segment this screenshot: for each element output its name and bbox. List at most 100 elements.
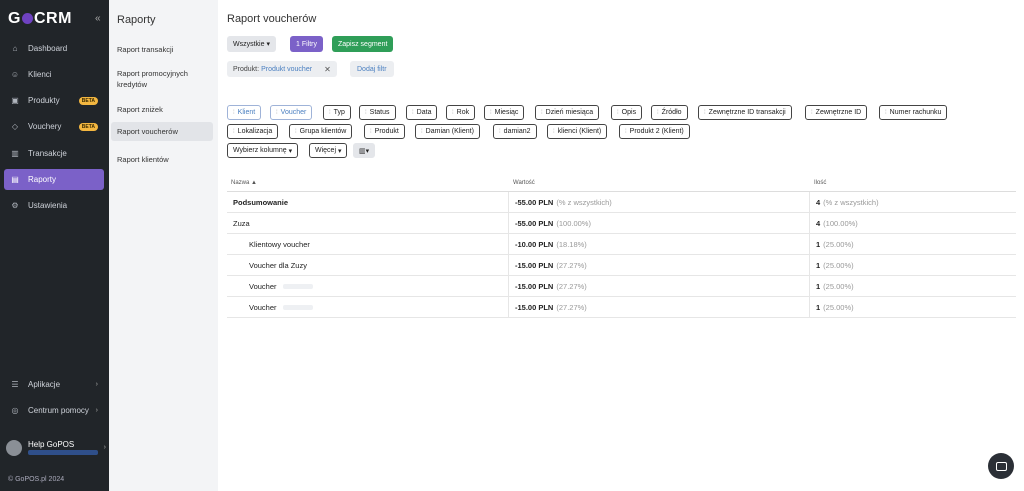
column-toggle-rok[interactable]: ⁞ Rok [446, 105, 476, 120]
column-toggle-klienci-klient[interactable]: ⁞ klienci (Klient) [547, 124, 608, 139]
drag-handle-icon[interactable]: ⁞ [365, 110, 367, 116]
drag-handle-icon[interactable]: ⁞ [233, 129, 235, 135]
drag-handle-icon[interactable]: ⁞ [329, 110, 331, 116]
columns-icon: ▥ [359, 147, 366, 155]
column-header-ilosc[interactable]: Ilość [814, 180, 826, 186]
filter-chip-produkt[interactable]: Produkt: Produkt voucher ✕ [227, 61, 337, 77]
column-toggle-dzien-miesiaca[interactable]: ⁞ Dzień miesiąca [535, 105, 600, 120]
column-toggle-data[interactable]: ⁞ Data [406, 105, 438, 120]
column-label: Grupa klientów [299, 128, 347, 135]
column-toggle-lokalizacja[interactable]: ⁞ Lokalizacja [227, 124, 279, 139]
column-toggle-zrodlo[interactable]: ⁞ Źródło [651, 105, 688, 120]
drag-handle-icon[interactable]: ⁞ [276, 110, 278, 116]
table-row[interactable]: Voucher dla Zuzy -15.00 PLN (27.27%) 1 (25… [227, 255, 1016, 276]
table-row[interactable]: Voucher -15.00 PLN (27.27%) 1 (25.00%) [227, 297, 1016, 318]
column-toggle-status[interactable]: ⁞ Status [359, 105, 396, 120]
sidebar-item-klienci[interactable]: ☺ Klienci [4, 64, 104, 85]
row-value: -10.00 PLN (18.18%) [515, 234, 587, 255]
subnav-item-raport-znizek[interactable]: Raport zniżek [111, 100, 213, 119]
drag-handle-icon[interactable]: ⁞ [490, 110, 492, 116]
column-toggle-miesiac[interactable]: ⁞ Miesiąc [484, 105, 525, 120]
subnav-item-raport-transakcji[interactable]: Raport transakcji [111, 40, 213, 59]
column-toggle-damian2[interactable]: ⁞ damian2 [493, 124, 537, 139]
column-toggle-opis[interactable]: ⁞ Opis [611, 105, 643, 120]
subnav-item-raport-promocyjnych-kredytow[interactable]: Raport promocyjnych kredytów [111, 64, 213, 94]
column-label: Miesiąc [494, 109, 519, 116]
column-header-label: Nazwa [231, 180, 250, 186]
row-value-text: -15.00 PLN [515, 282, 554, 291]
segment-dropdown[interactable]: Wszystkie ▾ [227, 36, 276, 52]
table-row[interactable]: Klientowy voucher -10.00 PLN (18.18%) 1 (2… [227, 234, 1016, 255]
column-toggle-grupa-klientow[interactable]: ⁞ Grupa klientów [289, 124, 353, 139]
column-toggle-typ[interactable]: ⁞ Typ [323, 105, 351, 120]
column-toggle-numer-rachunku[interactable]: ⁞ Numer rachunku [879, 105, 948, 120]
chevron-right-icon: › [103, 444, 106, 451]
sidebar-item-transakcje[interactable]: ▥ Transakcje [4, 143, 104, 164]
collapse-sidebar-icon[interactable]: « [95, 13, 101, 24]
row-value-pct: (18.18%) [556, 240, 587, 249]
column-toggle-damian-klient[interactable]: ⁞ Damian (Klient) [415, 124, 480, 139]
drag-handle-icon[interactable]: ⁞ [704, 110, 706, 116]
page-title: Raport voucherów [227, 13, 317, 25]
column-toggle-zewnetrzne-id-transakcji[interactable]: ⁞ Zewnętrzne ID transakcji [698, 105, 792, 120]
sidebar-item-aplikacje[interactable]: ☰ Aplikacje › [4, 374, 104, 395]
more-dropdown[interactable]: Więcej ▾ [309, 143, 348, 158]
row-name-text: Podsumowanie [233, 198, 289, 207]
column-divider [508, 213, 509, 234]
drag-handle-icon[interactable]: ⁞ [885, 110, 887, 116]
drag-handle-icon[interactable]: ⁞ [499, 129, 501, 135]
column-toggle-produkt[interactable]: ⁞ Produkt [364, 124, 405, 139]
close-icon[interactable]: ✕ [324, 65, 331, 74]
chat-icon [995, 461, 1007, 471]
app-logo[interactable]: G CRM [8, 10, 72, 28]
column-toggle-klient[interactable]: ⁞ Klient [227, 105, 262, 120]
table-row-summary: Podsumowanie -55.00 PLN (% z wszystkich) … [227, 192, 1016, 213]
drag-handle-icon[interactable]: ⁞ [541, 110, 543, 116]
user-menu[interactable]: Help GoPOS › [6, 438, 106, 460]
row-qty-pct: (25.00%) [823, 303, 854, 312]
choose-column-dropdown[interactable]: Wybierz kolumnę ▾ [227, 143, 299, 158]
filters-button[interactable]: 1 Filtry [290, 36, 323, 52]
sidebar-item-vouchery[interactable]: ◇ Vouchery BETA [4, 116, 104, 137]
drag-handle-icon[interactable]: ⁞ [452, 110, 454, 116]
sidebar-item-raporty[interactable]: ▤ Raporty [4, 169, 104, 190]
column-label: Dzień miesiąca [545, 109, 594, 116]
row-qty: 4 (% z wszystkich) [816, 192, 879, 213]
add-filter-button[interactable]: Dodaj filtr [350, 61, 394, 77]
sidebar-item-dashboard[interactable]: ⌂ Dashboard [4, 38, 104, 59]
drag-handle-icon[interactable]: ⁞ [617, 110, 619, 116]
column-toggle-produkt-2-klient[interactable]: ⁞ Produkt 2 (Klient) [619, 124, 690, 139]
subnav-item-raport-voucherow[interactable]: Raport voucherów [111, 122, 213, 141]
drag-handle-icon[interactable]: ⁞ [412, 110, 414, 116]
save-segment-button[interactable]: Zapisz segment [332, 36, 394, 52]
columns-layout-dropdown[interactable]: ▥ ▾ [353, 143, 376, 158]
row-qty-text: 4 [816, 219, 821, 228]
drag-handle-icon[interactable]: ⁞ [553, 129, 555, 135]
table-row[interactable]: Zuza -55.00 PLN (100.00%) 4 (100.00%) [227, 213, 1016, 234]
sidebar-item-centrum-pomocy[interactable]: ◎ Centrum pomocy › [4, 400, 104, 421]
caret-down-icon: ▾ [365, 147, 370, 155]
column-toggle-zewnetrzne-id[interactable]: ⁞ Zewnętrzne ID [805, 105, 868, 120]
drag-handle-icon[interactable]: ⁞ [657, 110, 659, 116]
column-header-wartosc[interactable]: Wartość [513, 180, 535, 186]
drag-handle-icon[interactable]: ⁞ [811, 110, 813, 116]
drag-handle-icon[interactable]: ⁞ [625, 129, 627, 135]
column-label: Produkt [374, 128, 399, 135]
column-toggle-voucher[interactable]: ⁞ Voucher [270, 105, 313, 120]
subnav-item-raport-klientow[interactable]: Raport klientów [111, 150, 213, 169]
column-divider [508, 276, 509, 297]
subnav-title: Raporty [117, 14, 156, 26]
drag-handle-icon[interactable]: ⁞ [295, 129, 297, 135]
drag-handle-icon[interactable]: ⁞ [370, 129, 372, 135]
chat-launcher-button[interactable] [988, 453, 1014, 479]
beta-badge: BETA [78, 96, 98, 105]
column-header-nazwa[interactable]: Nazwa ▲ [231, 180, 257, 186]
sidebar-item-produkty[interactable]: ▣ Produkty BETA [4, 90, 104, 111]
drag-handle-icon[interactable]: ⁞ [421, 129, 423, 135]
table-row[interactable]: Voucher -15.00 PLN (27.27%) 1 (25.00%) [227, 276, 1016, 297]
row-name: Voucher [249, 276, 313, 297]
column-divider [809, 255, 810, 276]
sidebar-item-label: Produkty [28, 96, 60, 105]
drag-handle-icon[interactable]: ⁞ [233, 110, 235, 116]
sidebar-item-ustawienia[interactable]: ⚙ Ustawienia [4, 195, 104, 216]
